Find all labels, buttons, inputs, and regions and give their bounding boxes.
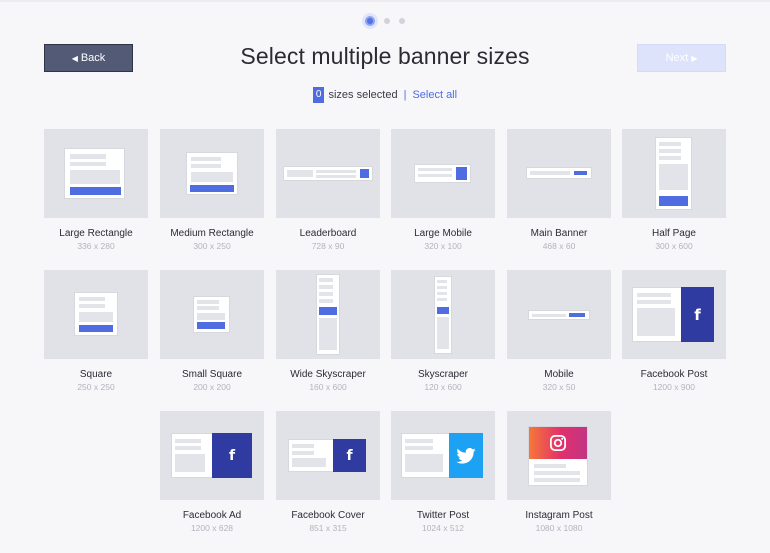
size-card-square[interactable]: Square 250 x 250 <box>44 270 148 392</box>
facebook-icon: f <box>681 287 714 342</box>
size-thumbnail <box>391 129 495 218</box>
size-label: Medium Rectangle <box>170 228 254 239</box>
size-card-half-page[interactable]: Half Page 300 x 600 <box>622 129 726 251</box>
size-card-wide-skyscraper[interactable]: Wide Skyscraper 160 x 600 <box>276 270 380 392</box>
size-thumbnail: f <box>622 270 726 359</box>
size-thumbnail: f <box>160 411 264 500</box>
size-card-large-rectangle[interactable]: Large Rectangle 336 x 280 <box>44 129 148 251</box>
back-button[interactable]: ◀ Back <box>44 44 133 72</box>
size-card-leaderboard[interactable]: Leaderboard 728 x 90 <box>276 129 380 251</box>
size-thumbnail <box>507 270 611 359</box>
selected-count-text: sizes selected <box>328 89 398 101</box>
size-dimensions: 728 x 90 <box>311 241 345 251</box>
size-dimensions: 851 x 315 <box>309 523 347 533</box>
size-label: Twitter Post <box>416 510 470 521</box>
size-thumbnail <box>276 129 380 218</box>
size-label: Facebook Cover <box>291 510 365 521</box>
size-dimensions: 300 x 600 <box>655 241 693 251</box>
size-dimensions: 1080 x 1080 <box>535 523 583 533</box>
size-label: Main Banner <box>530 228 588 239</box>
size-label: Small Square <box>181 369 243 380</box>
caret-left-icon: ◀ <box>71 53 78 63</box>
size-dimensions: 336 x 280 <box>77 241 115 251</box>
size-thumbnail <box>391 270 495 359</box>
caret-right-icon: ▶ <box>691 53 698 63</box>
size-thumbnail <box>622 129 726 218</box>
size-card-mobile[interactable]: Mobile 320 x 50 <box>507 270 611 392</box>
next-button[interactable]: Next ▶ <box>637 44 726 72</box>
size-thumbnail: f <box>276 411 380 500</box>
size-card-large-mobile[interactable]: Large Mobile 320 x 100 <box>391 129 495 251</box>
size-dimensions: 300 x 250 <box>193 241 231 251</box>
size-label: Square <box>79 369 113 380</box>
select-all-link[interactable]: Select all <box>412 89 457 101</box>
size-thumbnail <box>276 270 380 359</box>
size-dimensions: 320 x 100 <box>424 241 462 251</box>
size-card-skyscraper[interactable]: Skyscraper 120 x 600 <box>391 270 495 392</box>
size-dimensions: 160 x 600 <box>309 382 347 392</box>
size-thumbnail <box>160 129 264 218</box>
size-dimensions: 1200 x 900 <box>652 382 696 392</box>
size-thumbnail <box>507 129 611 218</box>
size-dimensions: 1200 x 628 <box>190 523 234 533</box>
size-thumbnail <box>44 129 148 218</box>
size-thumbnail <box>44 270 148 359</box>
size-label: Facebook Post <box>640 369 708 380</box>
size-label: Large Mobile <box>414 228 472 239</box>
size-label: Leaderboard <box>299 228 357 239</box>
size-dimensions: 120 x 600 <box>424 382 462 392</box>
selected-count-badge: 0 <box>312 87 325 103</box>
size-card-main-banner[interactable]: Main Banner 468 x 60 <box>507 129 611 251</box>
size-card-twitter-post[interactable]: Twitter Post 1024 x 512 <box>391 411 495 533</box>
size-dimensions: 250 x 250 <box>77 382 115 392</box>
size-dimensions: 320 x 50 <box>542 382 576 392</box>
step-dot-3[interactable] <box>399 18 405 24</box>
size-card-small-square[interactable]: Small Square 200 x 200 <box>160 270 264 392</box>
size-label: Facebook Ad <box>182 510 242 521</box>
size-label: Skyscraper <box>417 369 468 380</box>
size-dimensions: 1024 x 512 <box>421 523 465 533</box>
size-card-facebook-post[interactable]: f Facebook Post 1200 x 900 <box>622 270 726 392</box>
facebook-icon: f <box>333 439 366 472</box>
twitter-icon <box>449 433 483 478</box>
instagram-icon <box>529 427 587 459</box>
size-thumbnail <box>391 411 495 500</box>
size-card-facebook-ad[interactable]: f Facebook Ad 1200 x 628 <box>160 411 264 533</box>
size-label: Large Rectangle <box>59 228 133 239</box>
step-dot-1[interactable] <box>365 16 375 26</box>
back-button-label: Back <box>80 52 106 64</box>
size-card-facebook-cover[interactable]: f Facebook Cover 851 x 315 <box>276 411 380 533</box>
step-dot-2[interactable] <box>384 18 390 24</box>
next-button-label: Next <box>665 52 689 64</box>
size-thumbnail <box>160 270 264 359</box>
size-label: Wide Skyscraper <box>290 369 366 380</box>
step-indicator <box>0 16 770 26</box>
size-card-instagram-post[interactable]: Instagram Post 1080 x 1080 <box>507 411 611 533</box>
size-label: Instagram Post <box>525 510 593 521</box>
facebook-icon: f <box>212 433 252 478</box>
selection-summary: 0 sizes selected | Select all <box>0 87 770 103</box>
size-dimensions: 200 x 200 <box>193 382 231 392</box>
size-thumbnail <box>507 411 611 500</box>
size-label: Half Page <box>652 228 696 239</box>
size-label: Mobile <box>544 369 574 380</box>
top-divider <box>0 0 770 2</box>
size-card-medium-rectangle[interactable]: Medium Rectangle 300 x 250 <box>160 129 264 251</box>
size-dimensions: 468 x 60 <box>542 241 576 251</box>
separator: | <box>403 89 407 101</box>
page-title: Select multiple banner sizes <box>240 43 530 69</box>
